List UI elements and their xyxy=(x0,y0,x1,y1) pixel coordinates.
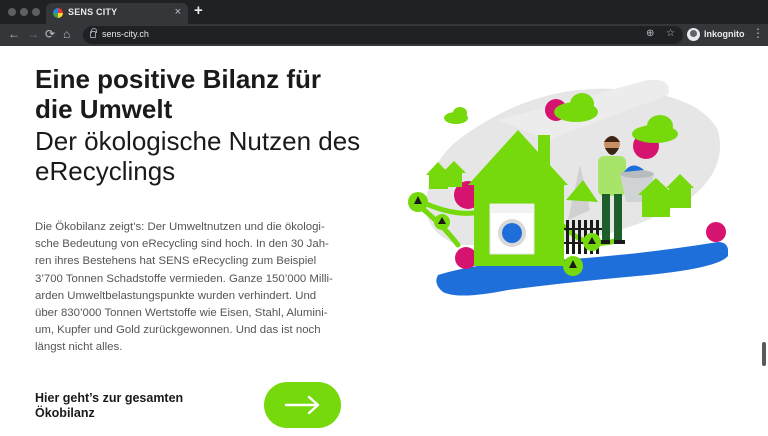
browser-toolbar: ← → ⟳ ⌂ sens-city.ch ⊕ ☆ Inkognito ⋮ xyxy=(0,24,768,46)
address-bar[interactable]: sens-city.ch ⊕ ☆ xyxy=(83,26,683,44)
lock-icon xyxy=(90,28,97,38)
site-favicon-icon xyxy=(53,8,63,18)
page-subtitle: Der ökologische Nutzen des eRecyclings xyxy=(35,126,361,186)
url-text[interactable]: sens-city.ch xyxy=(102,29,149,39)
browser-tab[interactable]: SENS CITY × xyxy=(46,3,188,24)
scrollbar-thumb[interactable] xyxy=(762,342,766,366)
window-minimize-icon[interactable] xyxy=(20,8,28,16)
arrow-right-icon xyxy=(284,395,320,415)
zoom-icon[interactable]: ⊕ xyxy=(646,28,654,39)
tab-title: SENS CITY xyxy=(68,7,118,17)
cta-arrow-button[interactable] xyxy=(264,382,341,428)
intro-paragraph: Die Ökobilanz zeigt’s: Der Umweltnutzen … xyxy=(35,221,333,354)
bookmark-star-icon[interactable]: ☆ xyxy=(666,28,675,39)
browser-tab-bar: SENS CITY × + xyxy=(0,0,768,24)
browser-menu-icon[interactable]: ⋮ xyxy=(752,26,764,40)
profile-label[interactable]: Inkognito xyxy=(704,29,745,39)
back-icon[interactable]: ← xyxy=(8,27,20,41)
recycling-scene-illustration xyxy=(408,79,728,296)
forward-icon[interactable]: → xyxy=(27,27,39,41)
tab-close-icon[interactable]: × xyxy=(175,6,181,18)
reload-icon[interactable]: ⟳ xyxy=(45,27,55,41)
cta-label[interactable]: Hier geht’s zur gesamten Ökobilanz xyxy=(35,391,225,421)
new-tab-icon[interactable]: + xyxy=(194,3,203,18)
window-close-icon[interactable] xyxy=(8,8,16,16)
page-title: Eine positive Bilanz für die Umwelt xyxy=(35,64,322,124)
page-content: Eine positive Bilanz für die Umwelt Der … xyxy=(0,46,768,436)
incognito-avatar-icon[interactable] xyxy=(687,28,700,41)
window-maximize-icon[interactable] xyxy=(32,8,40,16)
home-icon[interactable]: ⌂ xyxy=(63,27,70,41)
